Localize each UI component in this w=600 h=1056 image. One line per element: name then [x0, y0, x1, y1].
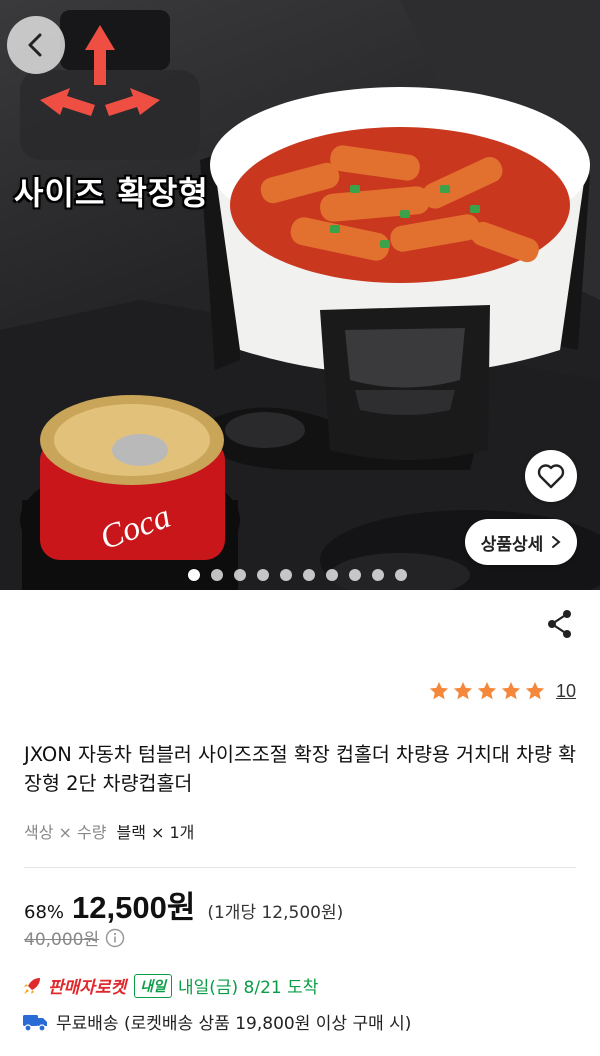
product-detail-label: 상품상세: [480, 534, 544, 555]
carousel-dot[interactable]: [188, 569, 200, 581]
carousel-dot[interactable]: [326, 569, 338, 581]
option-label: 색상 × 수량: [24, 823, 107, 842]
original-price: 40,000원: [24, 930, 100, 950]
star-icon: [501, 681, 521, 700]
star-icon: [477, 681, 497, 700]
carousel-dot[interactable]: [303, 569, 315, 581]
product-image-carousel[interactable]: Coca 사이즈 확장형 상품상세: [0, 0, 600, 590]
chevron-right-icon: [552, 536, 561, 548]
info-icon[interactable]: [105, 928, 125, 948]
truck-icon: [23, 1014, 47, 1032]
rocket-label: 판매자로켓: [48, 978, 127, 998]
back-button[interactable]: [7, 16, 65, 74]
heart-icon: [537, 464, 565, 489]
review-count[interactable]: 10: [556, 681, 576, 702]
shipping-row: 무료배송 (로켓배송 상품 19,800원 이상 구매 시): [22, 1009, 411, 1034]
tomorrow-badge: 내일: [134, 973, 172, 998]
share-icon: [548, 610, 571, 638]
wishlist-button[interactable]: [525, 450, 577, 502]
rocket-icon: [24, 977, 40, 994]
delivery-row: 판매자로켓 내일 내일(금) 8/21 도착: [22, 973, 318, 998]
size-expansion-label: 사이즈 확장형: [14, 174, 209, 212]
price-row: 68% 12,500원 (1개당 12,500원): [24, 882, 343, 927]
star-icon: [429, 681, 449, 700]
carousel-dot[interactable]: [257, 569, 269, 581]
original-price-row: 40,000원: [24, 925, 125, 950]
carousel-dot[interactable]: [372, 569, 384, 581]
carousel-indicator: [188, 569, 407, 581]
product-detail-button[interactable]: 상품상세: [465, 519, 577, 565]
shipping-info: 무료배송 (로켓배송 상품 19,800원 이상 구매 시): [56, 1014, 412, 1034]
discount-rate: 68%: [24, 902, 65, 923]
carousel-dot[interactable]: [280, 569, 292, 581]
carousel-dot[interactable]: [395, 569, 407, 581]
arrival-date: 내일(금) 8/21 도착: [177, 978, 319, 998]
unit-price: (1개당 12,500원): [207, 903, 344, 923]
option-value: 블랙 × 1개: [116, 823, 195, 842]
sale-price: 12,500원: [72, 890, 196, 925]
selected-option[interactable]: 색상 × 수량 블랙 × 1개: [24, 819, 194, 843]
star-icon: [525, 681, 545, 700]
carousel-dot[interactable]: [211, 569, 223, 581]
product-title: JXON 자동차 텀블러 사이즈조절 확장 컵홀더 차량용 거치대 차량 확장형…: [24, 743, 577, 795]
chevron-left-icon: [28, 33, 42, 57]
share-button[interactable]: [546, 609, 574, 639]
product-rating[interactable]: 10: [428, 680, 576, 702]
product-photo: Coca: [0, 0, 600, 590]
carousel-dot[interactable]: [349, 569, 361, 581]
star-icon: [453, 681, 473, 700]
rating-stars: [428, 680, 546, 702]
carousel-dot[interactable]: [234, 569, 246, 581]
divider: [24, 867, 576, 868]
